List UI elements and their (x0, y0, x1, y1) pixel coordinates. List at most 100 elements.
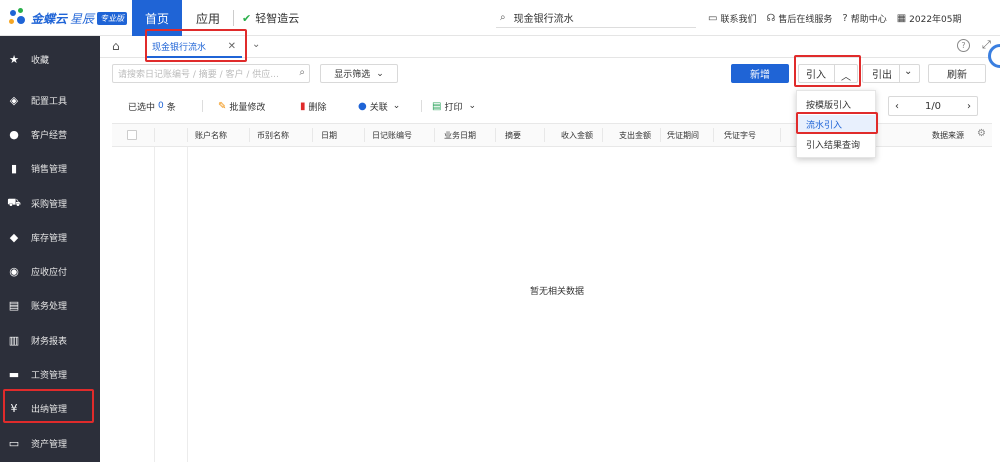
top-bar: 金蝶云 星辰 专业版 首页 应用 ✔ 轻智造云 ⌕ 现金银行流水 ▭ 联系我们 ☊… (0, 0, 1000, 36)
column-header-voucher-no[interactable]: 凭证字号 (724, 124, 756, 146)
show-filter-button[interactable]: 显示筛选 ⌄ (320, 64, 398, 83)
global-search-input[interactable]: ⌕ 现金银行流水 (496, 8, 696, 28)
layers-icon: ◈ (9, 93, 19, 107)
sidebar-item-customer[interactable]: ● 客户经营 (0, 117, 100, 151)
empty-state-text: 暂无相关数据 (530, 287, 585, 297)
nav-app-tab[interactable]: 应用 (188, 0, 228, 36)
refresh-button[interactable]: 刷新 (928, 64, 986, 83)
pager-text: 1/0 (924, 100, 942, 112)
trash-icon: ▮ (300, 100, 306, 112)
export-label: 引出 (872, 70, 892, 81)
app-logo[interactable]: 金蝶云 星辰 专业版 (8, 7, 128, 29)
assistant-avatar[interactable] (988, 44, 1000, 68)
coin-icon: ◉ (9, 264, 19, 278)
sidebar-item-label: 销售管理 (31, 164, 68, 175)
logo-sub-text: 星辰 (70, 11, 95, 26)
select-all-checkbox[interactable] (127, 130, 137, 140)
sidebar-item-sales[interactable]: ▮ 销售管理 (0, 151, 100, 185)
wallet-icon: ▬ (8, 367, 20, 381)
column-header-date[interactable]: 日期 (321, 124, 337, 146)
chevron-up-icon[interactable]: ︿ (841, 68, 851, 83)
sidebar-item-payroll[interactable]: ▬ 工资管理 (0, 357, 100, 391)
print-label: 打印 (444, 102, 463, 113)
sidebar-item-config[interactable]: ◈ 配置工具 (0, 83, 100, 117)
link-icon: ● (358, 100, 367, 112)
chevron-left-icon[interactable]: ‹ (895, 101, 899, 112)
journal-search-input[interactable]: 请搜索日记账编号 / 摘要 / 客户 / 供应... ⌕ (112, 64, 310, 83)
column-header-voucher-period[interactable]: 凭证期间 (667, 124, 699, 146)
sidebar-item-favorites[interactable]: ★ 收藏 (0, 42, 100, 76)
sidebar-item-label: 收藏 (31, 55, 50, 66)
chevron-down-icon[interactable]: ⌄ (252, 39, 260, 50)
user-icon: ● (9, 127, 19, 141)
home-icon[interactable]: ⌂ (112, 39, 120, 53)
sidebar-item-reports[interactable]: ▥ 财务报表 (0, 323, 100, 357)
sidebar-item-label: 出纳管理 (31, 404, 68, 415)
printer-icon: ▤ (432, 100, 442, 112)
column-header-expense[interactable]: 支出金额 (619, 124, 651, 146)
batch-edit-button[interactable]: ✎ 批量修改 (218, 94, 265, 118)
print-button[interactable]: ▤ 打印 ⌄ (432, 94, 476, 118)
sidebar-item-purchase[interactable]: ⛟ 采购管理 (0, 186, 100, 220)
global-search-value: 现金银行流水 (513, 14, 574, 25)
help-center-link[interactable]: ? 帮助中心 (842, 12, 886, 25)
divider (202, 100, 203, 112)
cart-icon: ⛟ (7, 195, 21, 209)
sidebar-item-label: 工资管理 (31, 370, 68, 381)
new-button[interactable]: 新增 (731, 64, 789, 83)
help-circle-icon: ? (842, 12, 848, 24)
pager: ‹ 1/0 › (888, 96, 978, 116)
sidebar-item-cashier[interactable]: ¥ 出纳管理 (0, 391, 100, 425)
chevron-down-icon: ⌄ (468, 101, 477, 111)
logo-main-text: 金蝶云 (31, 11, 68, 26)
selected-count: 0 (158, 101, 164, 111)
menu-item-import-result[interactable]: 引入结果查询 (797, 135, 877, 153)
period-label: 2022年05期 (909, 14, 962, 25)
tab-bar: ⌂ 现金银行流水 ✕ ⌄ ? ⤢ (100, 36, 1000, 58)
column-divider (434, 128, 435, 142)
column-header-account[interactable]: 账户名称 (195, 124, 227, 146)
column-header-journal-no[interactable]: 日记账编号 (372, 124, 412, 146)
sidebar-item-accounting[interactable]: ▤ 账务处理 (0, 288, 100, 322)
import-label: 引入 (806, 70, 826, 81)
selected-suffix: 条 (166, 102, 176, 113)
report-icon: ▥ (8, 333, 20, 347)
column-header-income[interactable]: 收入金额 (561, 124, 593, 146)
column-header-data-source[interactable]: 数据来源 (932, 124, 964, 146)
column-header-summary[interactable]: 摘要 (505, 124, 521, 146)
menu-item-statement-import[interactable]: 流水引入 (797, 115, 877, 133)
chevron-right-icon[interactable]: › (967, 101, 971, 112)
link-button[interactable]: ● 关联 ⌄ (358, 94, 400, 118)
import-divider (834, 64, 835, 83)
chevron-down-icon[interactable]: ⌄ (904, 66, 912, 77)
box-icon: ◆ (9, 230, 19, 244)
cashier-icon: ¥ (10, 401, 18, 415)
sidebar: ★ 收藏 ◈ 配置工具 ● 客户经营 ▮ 销售管理 ⛟ 采购管理 ◆ 库存管理 ◉ 应收应付 … (0, 36, 100, 462)
nav-home-tab[interactable]: 首页 (132, 0, 182, 36)
close-icon[interactable]: ✕ (228, 41, 236, 52)
journal-search-placeholder: 请搜索日记账编号 / 摘要 / 客户 / 供应... (118, 70, 279, 80)
online-service-link[interactable]: ☊ 售后在线服务 (766, 12, 832, 25)
column-divider (249, 128, 250, 142)
contact-us-link[interactable]: ▭ 联系我们 (708, 12, 756, 25)
column-header-currency[interactable]: 币别名称 (257, 124, 289, 146)
period-selector[interactable]: ▦ 2022年05期 (897, 12, 962, 25)
help-circle-icon[interactable]: ? (957, 39, 970, 52)
gear-icon[interactable]: ⚙ (977, 128, 986, 139)
sidebar-item-inventory[interactable]: ◆ 库存管理 (0, 220, 100, 254)
top-links: ▭ 联系我们 ☊ 售后在线服务 ? 帮助中心 ▦ 2022年05期 (708, 0, 972, 36)
sidebar-item-assets[interactable]: ▭ 资产管理 (0, 426, 100, 460)
menu-item-template-import[interactable]: 按模版引入 (797, 95, 877, 113)
column-header-biz-date[interactable]: 业务日期 (444, 124, 476, 146)
sidebar-item-label: 客户经营 (31, 130, 68, 141)
delete-button[interactable]: ▮ 删除 (300, 94, 327, 118)
nav-qingzhi-link[interactable]: ✔ 轻智造云 (242, 0, 299, 36)
search-icon[interactable]: ⌕ (299, 67, 305, 78)
sidebar-item-label: 配置工具 (31, 96, 68, 107)
column-divider (364, 128, 365, 142)
pencil-icon: ✎ (218, 100, 227, 112)
delete-label: 删除 (308, 102, 327, 113)
sidebar-item-receivable[interactable]: ◉ 应收应付 (0, 254, 100, 288)
headset-icon: ☊ (766, 12, 776, 24)
tab-cash-bank-journal[interactable]: 现金银行流水 ✕ (146, 36, 242, 58)
